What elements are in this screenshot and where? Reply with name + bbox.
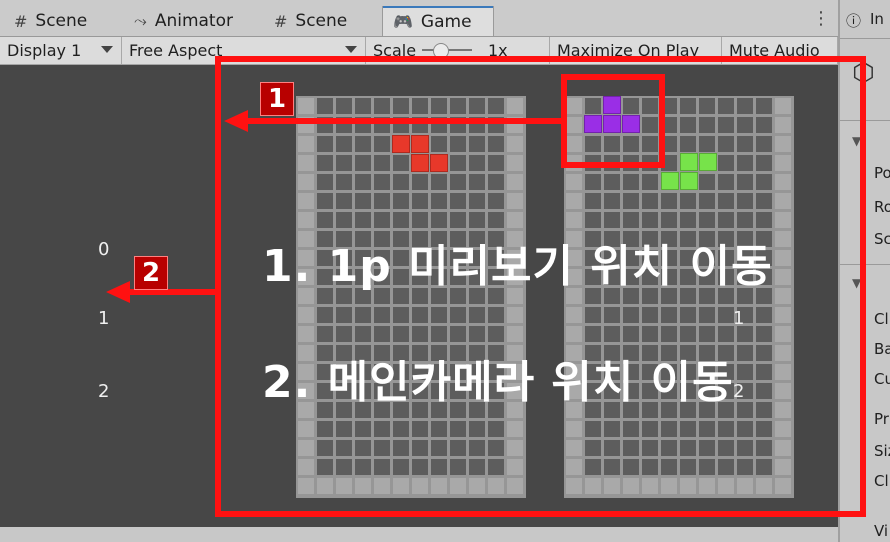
annotation-badge-1: 1 (260, 82, 294, 116)
annotation-note-1: 1. 1p 미리보기 위치 이동 (262, 241, 773, 292)
annotation-badge-2: 2 (134, 256, 168, 290)
annotation-note-2: 2. 메인카메라 위치 이동 (262, 357, 734, 408)
